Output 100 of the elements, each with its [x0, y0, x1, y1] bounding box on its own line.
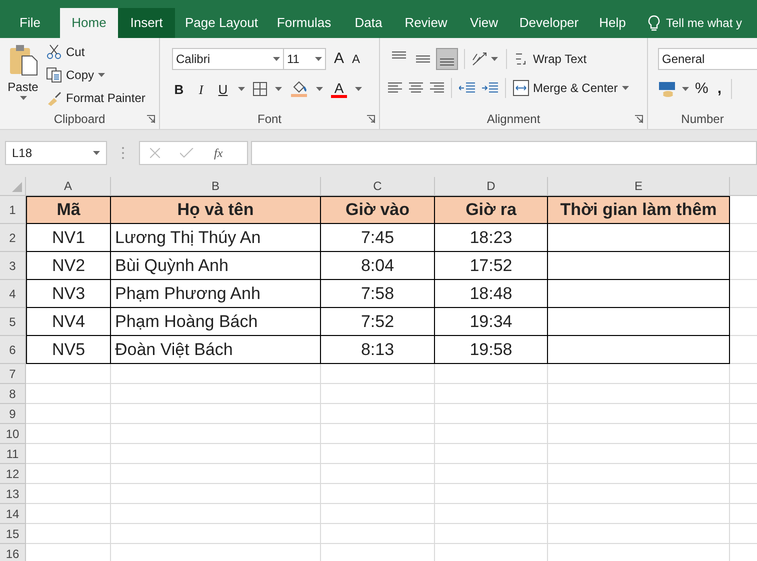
- formula-input[interactable]: [251, 141, 757, 165]
- insert-function-button[interactable]: fx: [214, 144, 223, 162]
- caret-icon[interactable]: [275, 87, 282, 92]
- fill-color-icon[interactable]: [290, 81, 308, 98]
- table-cell: Bùi Quỳnh Anh: [111, 252, 321, 280]
- orientation-icon[interactable]: [471, 51, 489, 67]
- align-center-icon[interactable]: [409, 81, 423, 95]
- table-cell: Đoàn Việt Bách: [111, 336, 321, 364]
- table-cell: 17:52: [435, 252, 548, 280]
- font-name-dropdown[interactable]: Calibri: [172, 48, 284, 70]
- caret-icon[interactable]: [273, 57, 280, 62]
- caret-icon[interactable]: [98, 73, 106, 77]
- merge-center-button[interactable]: Merge & Center: [513, 78, 629, 98]
- bottom-align-button[interactable]: [436, 48, 458, 70]
- comma-button[interactable]: ,: [714, 78, 725, 100]
- row-header[interactable]: 12: [0, 464, 26, 484]
- column-header[interactable]: B: [111, 177, 321, 196]
- row-header[interactable]: 8: [0, 384, 26, 404]
- caret-icon[interactable]: [355, 87, 362, 92]
- ribbon-tab[interactable]: File: [0, 8, 60, 38]
- caret-icon[interactable]: [93, 151, 100, 155]
- tell-me-search[interactable]: Tell me what y: [666, 14, 742, 32]
- font-color-button[interactable]: A: [331, 80, 347, 98]
- decrease-indent-icon[interactable]: [459, 81, 475, 95]
- table-cell: NV5: [26, 336, 111, 364]
- copy-button[interactable]: Copy: [46, 65, 146, 85]
- paste-button[interactable]: Paste: [0, 38, 46, 109]
- lightbulb-icon[interactable]: [648, 14, 660, 32]
- ribbon-tab[interactable]: Review: [397, 8, 455, 38]
- borders-icon[interactable]: [253, 82, 267, 96]
- ribbon-tab[interactable]: Insert: [118, 8, 175, 38]
- number-format-dropdown[interactable]: General: [658, 48, 757, 70]
- bold-button[interactable]: B: [172, 80, 186, 99]
- caret-icon[interactable]: [20, 96, 26, 100]
- row-header[interactable]: 15: [0, 524, 26, 544]
- ribbon-tab[interactable]: Formulas: [268, 8, 340, 38]
- clipboard-icon[interactable]: [8, 44, 38, 76]
- ribbon-tab[interactable]: Developer: [513, 8, 585, 38]
- italic-button[interactable]: I: [194, 80, 208, 99]
- row-header[interactable]: 3: [0, 252, 26, 280]
- row-header[interactable]: 14: [0, 504, 26, 524]
- table-cell: Phạm Hoàng Bách: [111, 308, 321, 336]
- table-cell: 19:34: [435, 308, 548, 336]
- paintbrush-icon[interactable]: [46, 90, 62, 106]
- ribbon-tab[interactable]: Home: [60, 8, 118, 38]
- align-middle-icon: [416, 55, 430, 63]
- column-header[interactable]: C: [321, 177, 435, 196]
- caret-icon[interactable]: [238, 87, 245, 92]
- column-header[interactable]: A: [26, 177, 111, 196]
- row-header[interactable]: 16: [0, 544, 26, 561]
- table-cell: 18:48: [435, 280, 548, 308]
- check-icon[interactable]: [180, 148, 194, 158]
- ribbon-tab[interactable]: Page Layout: [175, 8, 268, 38]
- group-label: Number: [681, 111, 724, 128]
- caret-icon[interactable]: [682, 87, 689, 92]
- ribbon-tab[interactable]: View: [455, 8, 513, 38]
- wrap-text-button[interactable]: Wrap Text: [515, 49, 587, 69]
- table-cell: Giờ ra: [435, 196, 548, 224]
- caret-icon[interactable]: [491, 57, 498, 61]
- underline-button[interactable]: U: [216, 80, 230, 99]
- caret-icon[interactable]: [622, 86, 629, 90]
- table-cell: 7:45: [321, 224, 435, 252]
- row-header[interactable]: 5: [0, 308, 26, 336]
- column-header[interactable]: D: [435, 177, 548, 196]
- format-painter-button[interactable]: Format Painter: [46, 88, 146, 108]
- currency-icon[interactable]: [658, 81, 676, 98]
- row-header[interactable]: 13: [0, 484, 26, 504]
- dialog-launcher-icon[interactable]: [147, 115, 155, 123]
- table-cell: Giờ vào: [321, 196, 435, 224]
- dialog-launcher-icon[interactable]: [367, 115, 375, 123]
- increase-font-size-button[interactable]: A: [332, 48, 346, 70]
- font-size-dropdown[interactable]: 11: [284, 48, 326, 70]
- ribbon-tab[interactable]: Data: [340, 8, 397, 38]
- decrease-font-size-button[interactable]: A: [350, 50, 362, 68]
- row-header[interactable]: 7: [0, 364, 26, 384]
- increase-indent-icon[interactable]: [482, 81, 498, 95]
- table-cell: 7:52: [321, 308, 435, 336]
- percent-button[interactable]: %: [695, 78, 708, 100]
- name-box[interactable]: L18: [5, 141, 107, 165]
- copy-icon[interactable]: [46, 67, 62, 83]
- row-header[interactable]: 9: [0, 404, 26, 424]
- ribbon-tab[interactable]: Help: [585, 8, 640, 38]
- row-header[interactable]: 2: [0, 224, 26, 252]
- row-header[interactable]: 1: [0, 196, 26, 224]
- align-left-icon[interactable]: [388, 81, 402, 95]
- scissors-icon[interactable]: [46, 44, 62, 60]
- row-header[interactable]: 10: [0, 424, 26, 444]
- row-header[interactable]: 11: [0, 444, 26, 464]
- caret-icon[interactable]: [315, 57, 322, 62]
- merge-cells-icon[interactable]: [513, 80, 529, 96]
- align-right-icon[interactable]: [430, 81, 444, 95]
- caret-icon[interactable]: [316, 87, 323, 92]
- dialog-launcher-icon[interactable]: [635, 115, 643, 123]
- table-cell: NV1: [26, 224, 111, 252]
- table-cell: 8:13: [321, 336, 435, 364]
- row-header[interactable]: 6: [0, 336, 26, 364]
- table-cell: NV4: [26, 308, 111, 336]
- row-header[interactable]: 4: [0, 280, 26, 308]
- column-header[interactable]: E: [548, 177, 730, 196]
- cut-button[interactable]: Cut: [46, 42, 146, 62]
